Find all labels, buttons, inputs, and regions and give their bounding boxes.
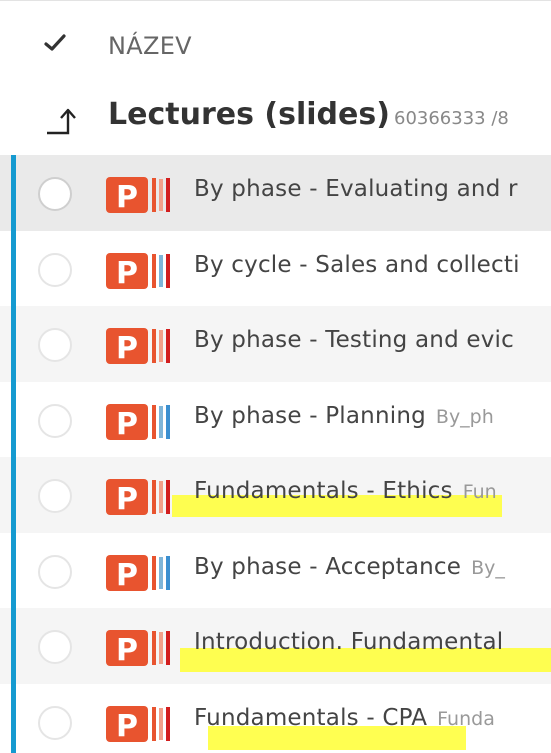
file-name[interactable]: By phase - Evaluating and r: [194, 176, 518, 202]
file-list-panel: NÁZEV Lectures (slides) 60366333 /8 P By…: [0, 0, 551, 753]
svg-text:P: P: [116, 256, 138, 291]
file-list: P By phase - Evaluating and r P By cycle…: [0, 155, 551, 753]
file-row[interactable]: P Fundamentals - Ethics Fun: [0, 457, 551, 533]
file-filename: Fun: [462, 481, 497, 503]
selection-accent-bar: [11, 155, 16, 753]
select-radio[interactable]: [38, 252, 72, 287]
select-radio[interactable]: [38, 328, 72, 362]
svg-text:P: P: [116, 331, 138, 366]
level-up-icon[interactable]: [46, 106, 78, 136]
svg-text:P: P: [116, 407, 138, 442]
powerpoint-file-icon: P: [106, 630, 170, 668]
file-name[interactable]: By phase - Testing and evic: [194, 327, 514, 353]
file-filename: By_: [471, 556, 505, 579]
powerpoint-file-icon: P: [106, 403, 170, 442]
check-icon[interactable]: [43, 31, 67, 55]
select-radio[interactable]: [38, 630, 72, 664]
powerpoint-file-icon: P: [106, 252, 170, 291]
powerpoint-file-icon: P: [106, 479, 170, 517]
svg-text:P: P: [116, 633, 138, 668]
name-column-header[interactable]: NÁZEV: [108, 32, 192, 60]
powerpoint-file-icon: P: [106, 705, 170, 744]
file-name[interactable]: By phase - Planning: [194, 403, 426, 429]
select-radio[interactable]: [38, 479, 72, 513]
powerpoint-file-icon: P: [106, 328, 170, 366]
svg-text:P: P: [116, 482, 138, 517]
powerpoint-file-icon: P: [106, 177, 170, 215]
select-radio[interactable]: [38, 403, 72, 438]
select-radio[interactable]: [38, 554, 72, 589]
powerpoint-file-icon: P: [106, 554, 170, 593]
svg-text:P: P: [116, 558, 138, 593]
select-radio[interactable]: [38, 705, 72, 740]
select-radio[interactable]: [38, 177, 72, 211]
list-header: NÁZEV: [0, 0, 551, 81]
file-name[interactable]: By cycle - Sales and collecti: [194, 252, 520, 278]
file-name[interactable]: Introduction. Fundamental: [194, 629, 503, 655]
svg-text:P: P: [116, 180, 138, 215]
file-row[interactable]: P Introduction. Fundamental: [0, 608, 551, 684]
file-filename: By_ph: [435, 405, 494, 428]
folder-id: 60366333 /8: [394, 108, 509, 129]
file-row[interactable]: P Fundamentals - CPA Funda: [0, 684, 551, 753]
file-row[interactable]: P By phase - Planning By_ph: [0, 382, 551, 458]
file-row[interactable]: P By phase - Testing and evic: [0, 306, 551, 382]
folder-title: Lectures (slides): [108, 97, 390, 132]
file-name[interactable]: By phase - Acceptance: [194, 554, 461, 580]
file-row[interactable]: P By phase - Acceptance By_: [0, 533, 551, 609]
file-filename: Funda: [437, 707, 495, 730]
file-name[interactable]: Fundamentals - Ethics: [194, 478, 453, 504]
file-row[interactable]: P By phase - Evaluating and r: [0, 155, 551, 231]
file-name[interactable]: Fundamentals - CPA: [194, 705, 427, 731]
svg-text:P: P: [116, 709, 138, 744]
file-row[interactable]: P By cycle - Sales and collecti: [0, 231, 551, 307]
